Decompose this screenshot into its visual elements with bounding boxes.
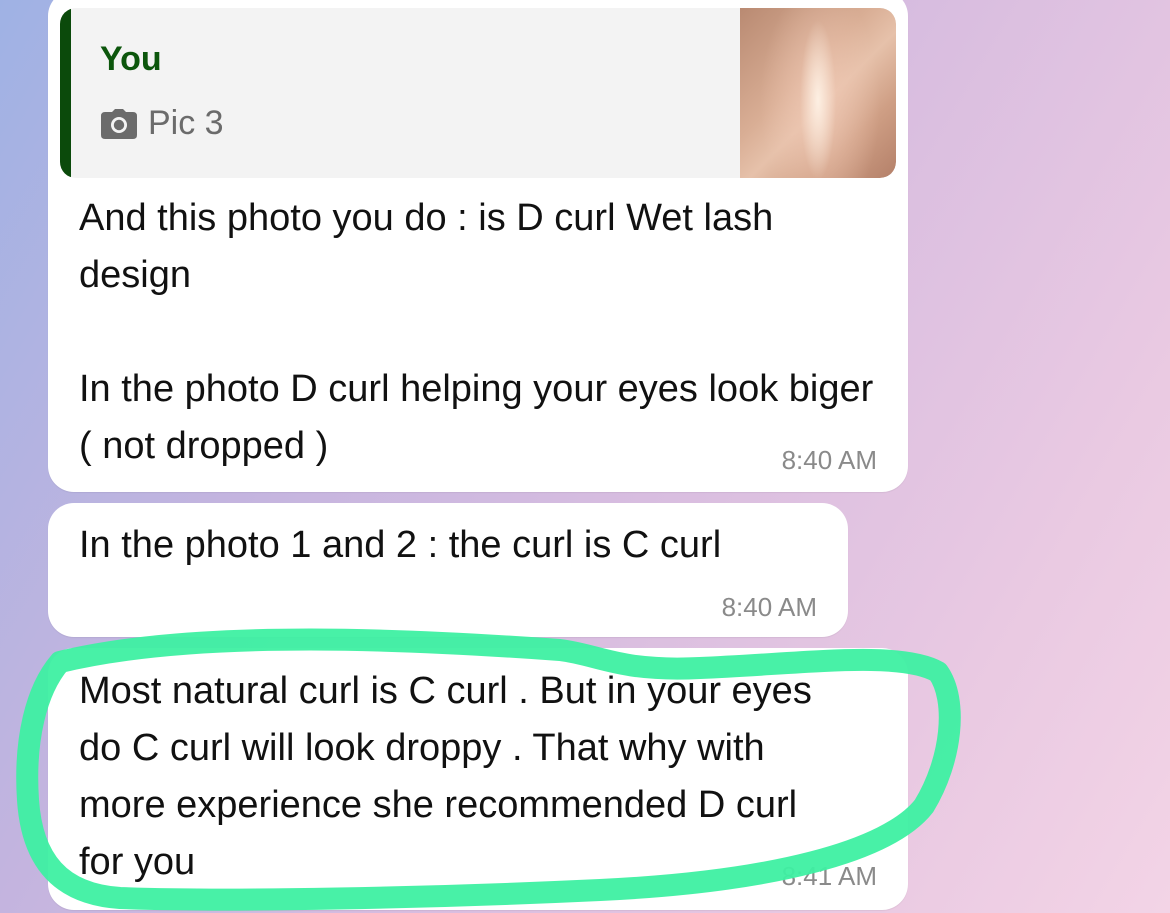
message-text: And this photo you do : is D curl Wet la… (79, 197, 874, 467)
message-bubble-1[interactable]: You Pic 3 And this photo you do : is D c… (48, 0, 908, 492)
quote-caption: Pic 3 (148, 104, 224, 142)
quote-caption-row: Pic 3 (100, 104, 224, 143)
quoted-reply[interactable]: You Pic 3 (60, 8, 896, 178)
message-text: In the photo 1 and 2 : the curl is C cur… (79, 524, 722, 566)
message-bubble-2[interactable]: In the photo 1 and 2 : the curl is C cur… (48, 503, 848, 637)
quote-thumbnail[interactable] (740, 8, 896, 178)
message-timestamp: 8:40 AM (781, 445, 877, 475)
message-timestamp: 8:41 AM (781, 861, 877, 891)
message-text: Most natural curl is C curl . But in you… (79, 670, 823, 883)
camera-icon (101, 108, 137, 139)
chat-view: You Pic 3 And this photo you do : is D c… (0, 0, 1170, 913)
quote-sender: You (100, 40, 162, 78)
quote-accent-bar (60, 8, 71, 178)
message-timestamp: 8:40 AM (721, 592, 817, 622)
message-bubble-3[interactable]: Most natural curl is C curl . But in you… (48, 648, 908, 910)
